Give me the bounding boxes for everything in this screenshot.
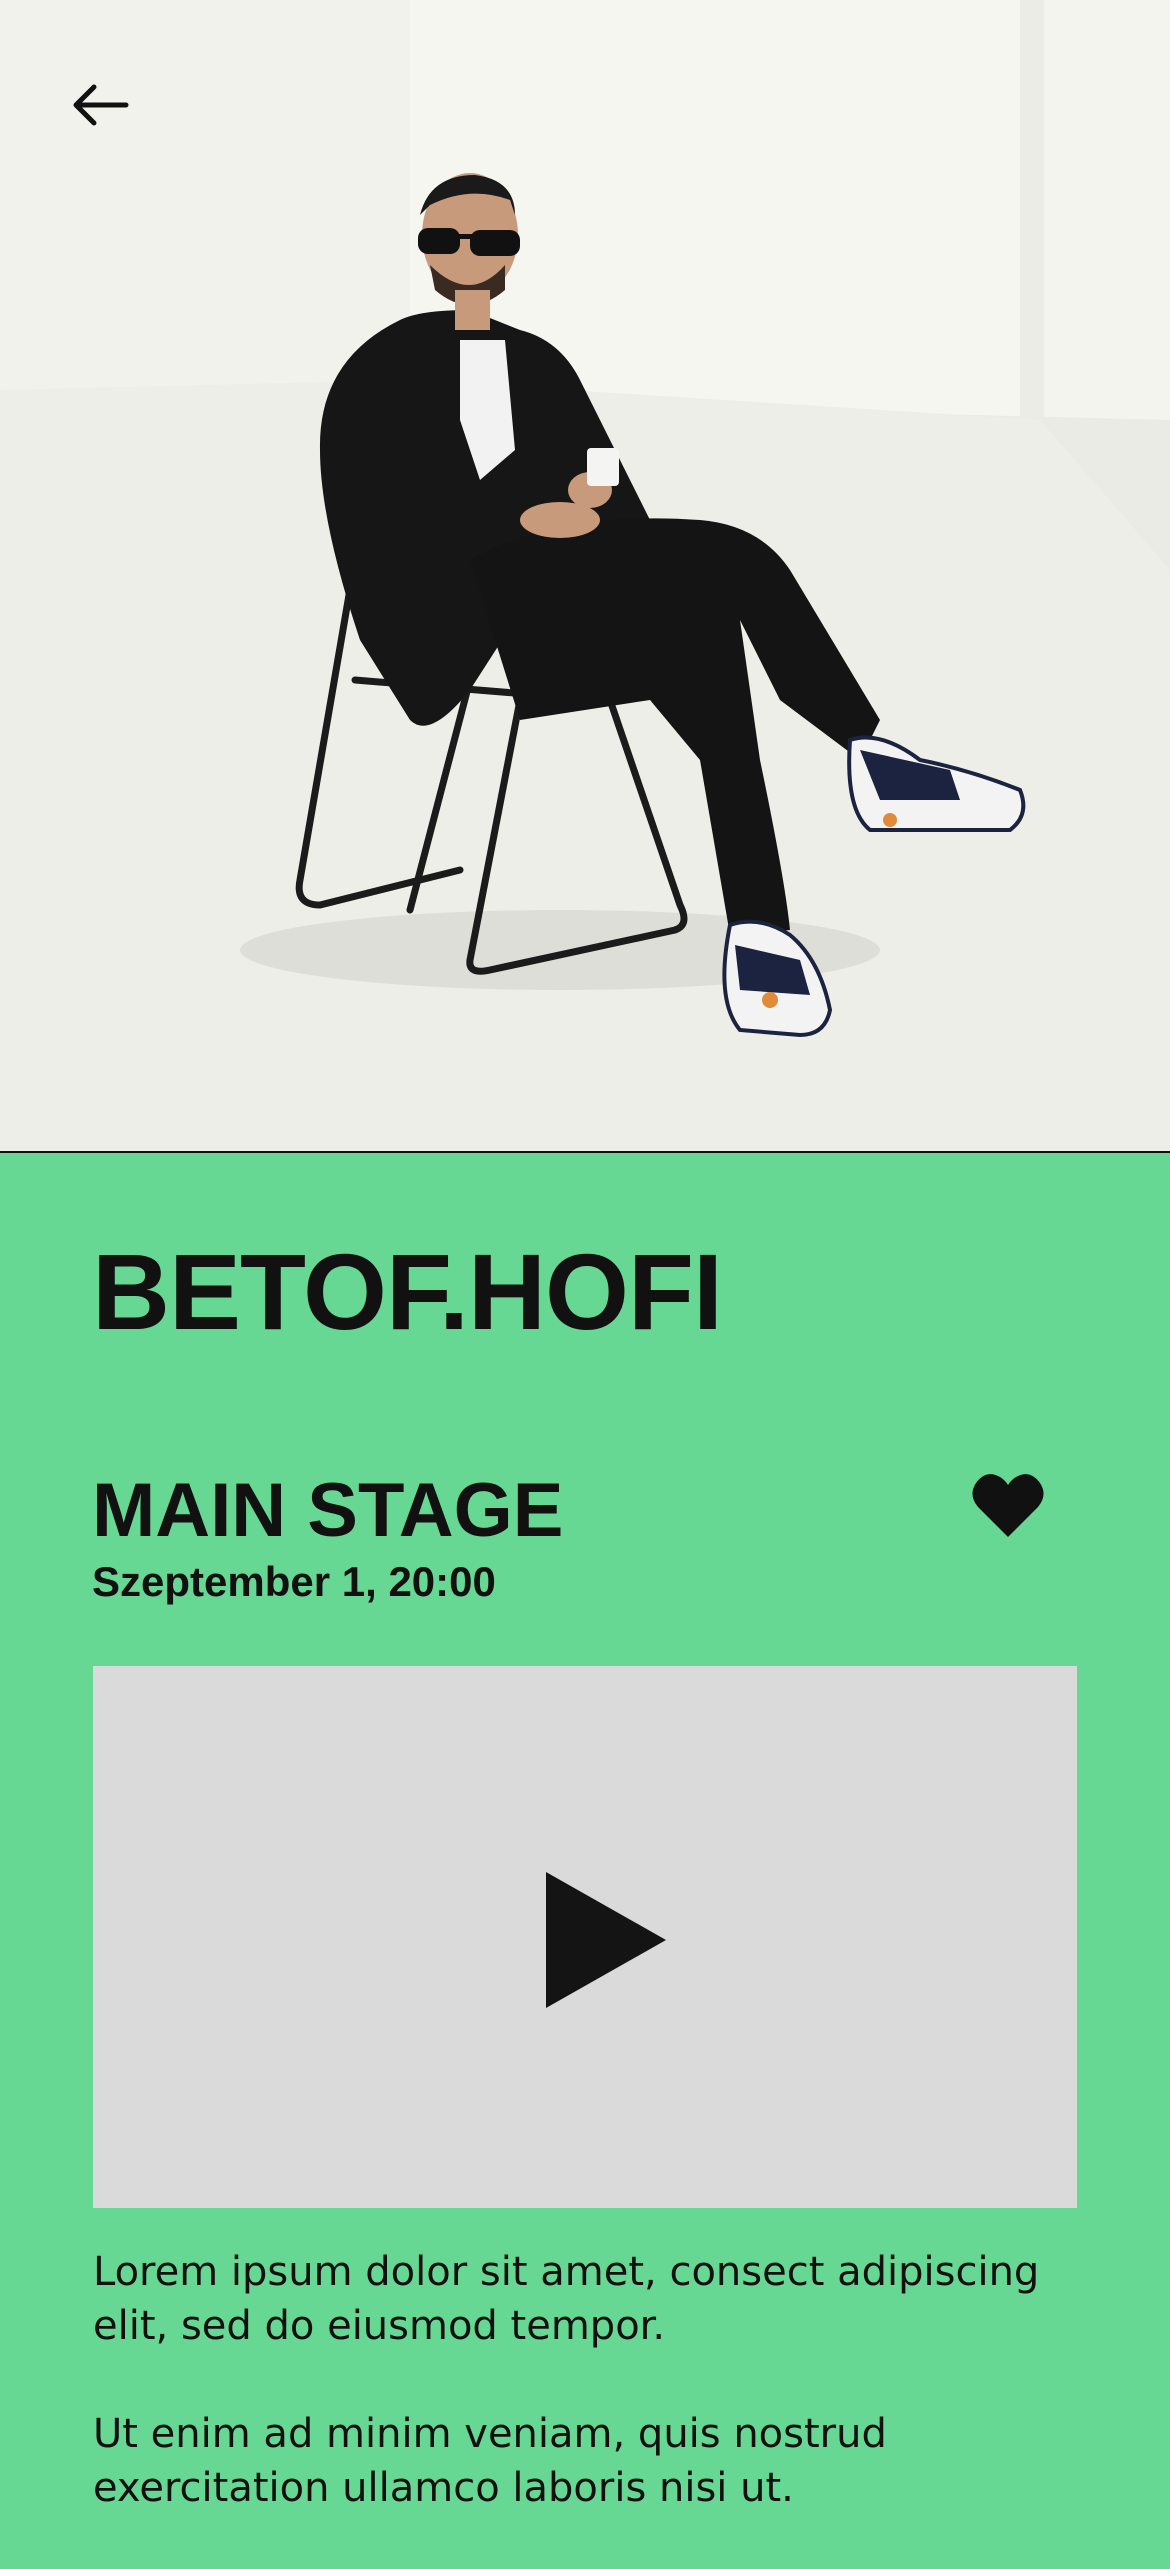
hero-image xyxy=(0,0,1170,1153)
video-player[interactable] xyxy=(93,1666,1077,2208)
event-description: Lorem ipsum dolor sit amet, consect adip… xyxy=(93,2245,1093,2569)
play-icon[interactable] xyxy=(546,1872,666,2008)
artist-name: BETOF.HOFI xyxy=(92,1231,723,1352)
artist-photo xyxy=(0,0,1170,1151)
event-details: BETOF.HOFI MAIN STAGE Szeptember 1, 20:0… xyxy=(0,1153,1170,2532)
event-datetime: Szeptember 1, 20:00 xyxy=(92,1558,496,1605)
description-paragraph-1: Lorem ipsum dolor sit amet, consect adip… xyxy=(93,2249,1040,2349)
back-button[interactable] xyxy=(60,70,140,140)
favorite-button[interactable] xyxy=(970,1471,1046,1541)
description-paragraph-2: Ut enim ad minim veniam, quis nostrud ex… xyxy=(93,2411,887,2511)
arrow-left-icon xyxy=(73,84,129,126)
heart-icon xyxy=(972,1474,1044,1537)
stage-name: MAIN STAGE xyxy=(92,1468,564,1553)
